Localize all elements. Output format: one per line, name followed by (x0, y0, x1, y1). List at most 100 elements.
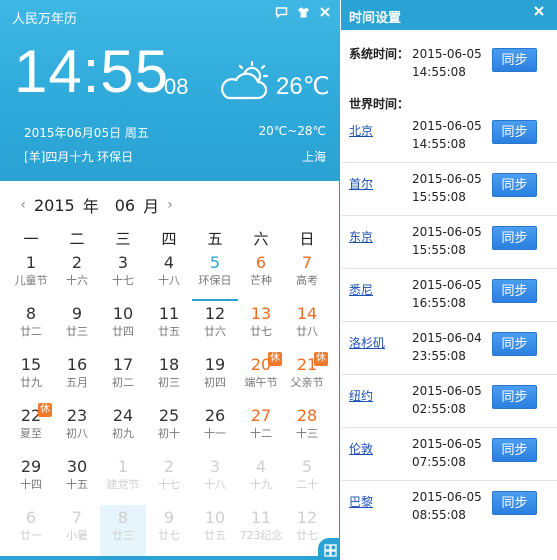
day-number: 8 (25, 304, 37, 323)
city-link[interactable]: 巴黎 (349, 493, 373, 510)
city-date: 2015-06-05 (412, 278, 482, 292)
calendar-day[interactable]: 17 初二 (100, 352, 146, 403)
next-month-icon[interactable]: › (163, 197, 177, 213)
world-time-row: 洛杉矶 2015-06-04 23:55:08 同步 (341, 322, 557, 375)
day-lunar: 环保日 (198, 274, 232, 287)
calendar-day[interactable]: 23 初八 (54, 403, 100, 454)
weather-city[interactable]: 上海 (302, 148, 326, 165)
calendar-day[interactable]: 4 十八 (146, 250, 192, 301)
close-icon[interactable] (318, 6, 332, 23)
calendar-day[interactable]: 26 十一 (192, 403, 238, 454)
city-link[interactable]: 首尔 (349, 175, 373, 192)
month-value[interactable]: 06 (115, 196, 135, 215)
calendar-day[interactable]: 30 十五 (54, 454, 100, 505)
calendar-day[interactable]: 2 十六 (54, 250, 100, 301)
day-lunar: 廿三 (112, 529, 134, 542)
calendar-day[interactable]: 4 十九 (238, 454, 284, 505)
header-panel: 人民万年历 14:55 08 26℃ 2015年06月05日 周五 20℃~28… (0, 0, 340, 181)
calendar-day[interactable]: 29 十四 (8, 454, 54, 505)
calendar-day[interactable]: 11 723纪念 (238, 505, 284, 556)
calendar-day[interactable]: 28 十三 (284, 403, 330, 454)
calendar-day[interactable]: 12 廿六 (192, 301, 238, 352)
calendar-day[interactable]: 7 高考 (284, 250, 330, 301)
close-icon[interactable] (533, 5, 545, 21)
day-lunar: 廿七 (250, 325, 272, 338)
shirt-icon[interactable] (296, 6, 310, 23)
calendar-day[interactable]: 10 廿四 (100, 301, 146, 352)
chat-icon[interactable] (274, 6, 288, 23)
calendar-day[interactable]: 6 芒种 (238, 250, 284, 301)
day-lunar: 初九 (112, 427, 134, 440)
city-date: 2015-06-05 (412, 384, 482, 398)
calendar-day[interactable]: 5 二十 (284, 454, 330, 505)
sync-button[interactable]: 同步 (492, 173, 537, 197)
city-link[interactable]: 伦敦 (349, 440, 373, 457)
world-time-row: 悉尼 2015-06-05 16:55:08 同步 (341, 269, 557, 322)
calendar-day[interactable]: 5 环保日 (192, 250, 238, 301)
sync-button[interactable]: 同步 (492, 385, 537, 409)
day-number: 2 (163, 457, 175, 476)
sync-button[interactable]: 同步 (492, 48, 537, 72)
calendar-day[interactable]: 10 廿五 (192, 505, 238, 556)
year-value[interactable]: 2015 (34, 196, 75, 215)
weekday-header: 一 二 三 四 五 六 日 (8, 228, 332, 249)
calendar-day[interactable]: 9 廿三 (54, 301, 100, 352)
prev-month-icon[interactable]: ‹ (16, 197, 30, 213)
sync-button[interactable]: 同步 (492, 438, 537, 462)
calendar-day[interactable]: 8 廿三 (100, 505, 146, 556)
calendar-day[interactable]: 1 建党节 (100, 454, 146, 505)
calendar-day[interactable]: 3 十七 (100, 250, 146, 301)
day-lunar: 十一 (204, 427, 226, 440)
sync-button[interactable]: 同步 (492, 491, 537, 515)
sync-button[interactable]: 同步 (492, 279, 537, 303)
calendar-day[interactable]: 7 小暑 (54, 505, 100, 556)
temperature-range: 20℃~28℃ (258, 124, 326, 138)
calendar-day[interactable]: 9 廿七 (146, 505, 192, 556)
city-link[interactable]: 东京 (349, 228, 373, 245)
calendar-day[interactable]: 13 廿七 (238, 301, 284, 352)
calendar-day[interactable]: 24 初九 (100, 403, 146, 454)
calendar-day[interactable]: 8 廿二 (8, 301, 54, 352)
city-link[interactable]: 洛杉矶 (349, 334, 385, 351)
city-link[interactable]: 悉尼 (349, 281, 373, 298)
sync-button[interactable]: 同步 (492, 332, 537, 356)
system-clock: 14:55:08 (412, 65, 466, 79)
day-number: 9 (71, 304, 83, 323)
holiday-badge: 休 (314, 352, 328, 366)
weekday-label: 四 (161, 230, 177, 248)
calendar-day[interactable]: 2 十七 (146, 454, 192, 505)
day-number: 26 (204, 406, 226, 425)
calendar-day[interactable]: 14 廿八 (284, 301, 330, 352)
calendar-day[interactable]: 22 夏至休 (8, 403, 54, 454)
header-icons (274, 6, 332, 23)
day-number: 7 (71, 508, 83, 527)
city-link[interactable]: 纽约 (349, 387, 373, 404)
calendar-day[interactable]: 25 初十 (146, 403, 192, 454)
calendar-day[interactable]: 16 五月 (54, 352, 100, 403)
calendar-day[interactable]: 19 初四 (192, 352, 238, 403)
year-unit: 年 (82, 197, 99, 216)
sync-button[interactable]: 同步 (492, 226, 537, 250)
calendar-day[interactable]: 1 儿童节 (8, 250, 54, 301)
calendar-day[interactable]: 18 初三 (146, 352, 192, 403)
calendar-day[interactable]: 11 廿五 (146, 301, 192, 352)
day-lunar: 建党节 (106, 478, 140, 491)
calendar-day[interactable]: 15 廿九 (8, 352, 54, 403)
calendar-day[interactable]: 27 十二 (238, 403, 284, 454)
day-number: 15 (20, 355, 42, 374)
city-date: 2015-06-05 (412, 225, 482, 239)
calendar-day[interactable]: 21 父亲节休 (284, 352, 330, 403)
city-clock: 02:55:08 (412, 402, 466, 416)
day-number: 25 (158, 406, 180, 425)
calendar-day[interactable]: 6 廿一 (8, 505, 54, 556)
weekday-label: 三 (115, 230, 131, 248)
city-date: 2015-06-05 (412, 119, 482, 133)
calendar-day[interactable]: 20 端午节休 (238, 352, 284, 403)
grid-menu-icon[interactable] (318, 538, 340, 560)
calendar-day[interactable]: 3 十八 (192, 454, 238, 505)
day-lunar: 十四 (20, 478, 42, 491)
day-lunar: 夏至 (20, 427, 42, 440)
sync-button[interactable]: 同步 (492, 120, 537, 144)
city-link[interactable]: 北京 (349, 122, 373, 139)
weekday-label: 五 (207, 230, 223, 248)
